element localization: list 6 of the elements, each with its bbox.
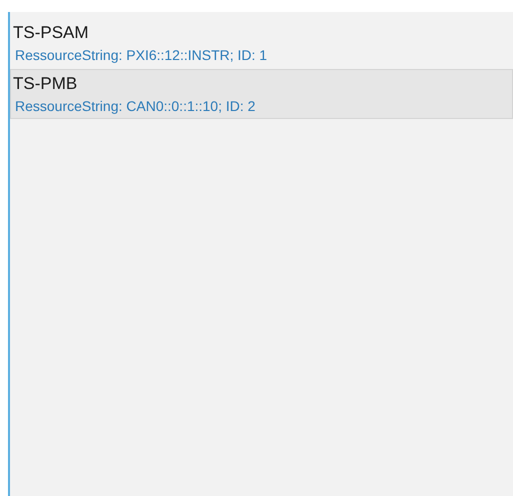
resource-string: RessourceString: CAN0::0::1::10; ID: 2 (14, 97, 256, 116)
device-item[interactable]: TS-PSAM RessourceString: PXI6::12::INSTR; ID: 1 (10, 18, 513, 68)
resource-string: RessourceString: PXI6::12::INSTR; ID: 1 (14, 46, 268, 65)
device-name: TS-PMB (13, 73, 78, 95)
device-item[interactable]: TS-PMB RessourceString: CAN0::0::1::10; ID: 2 (10, 69, 513, 119)
device-name: TS-PSAM (13, 22, 90, 44)
